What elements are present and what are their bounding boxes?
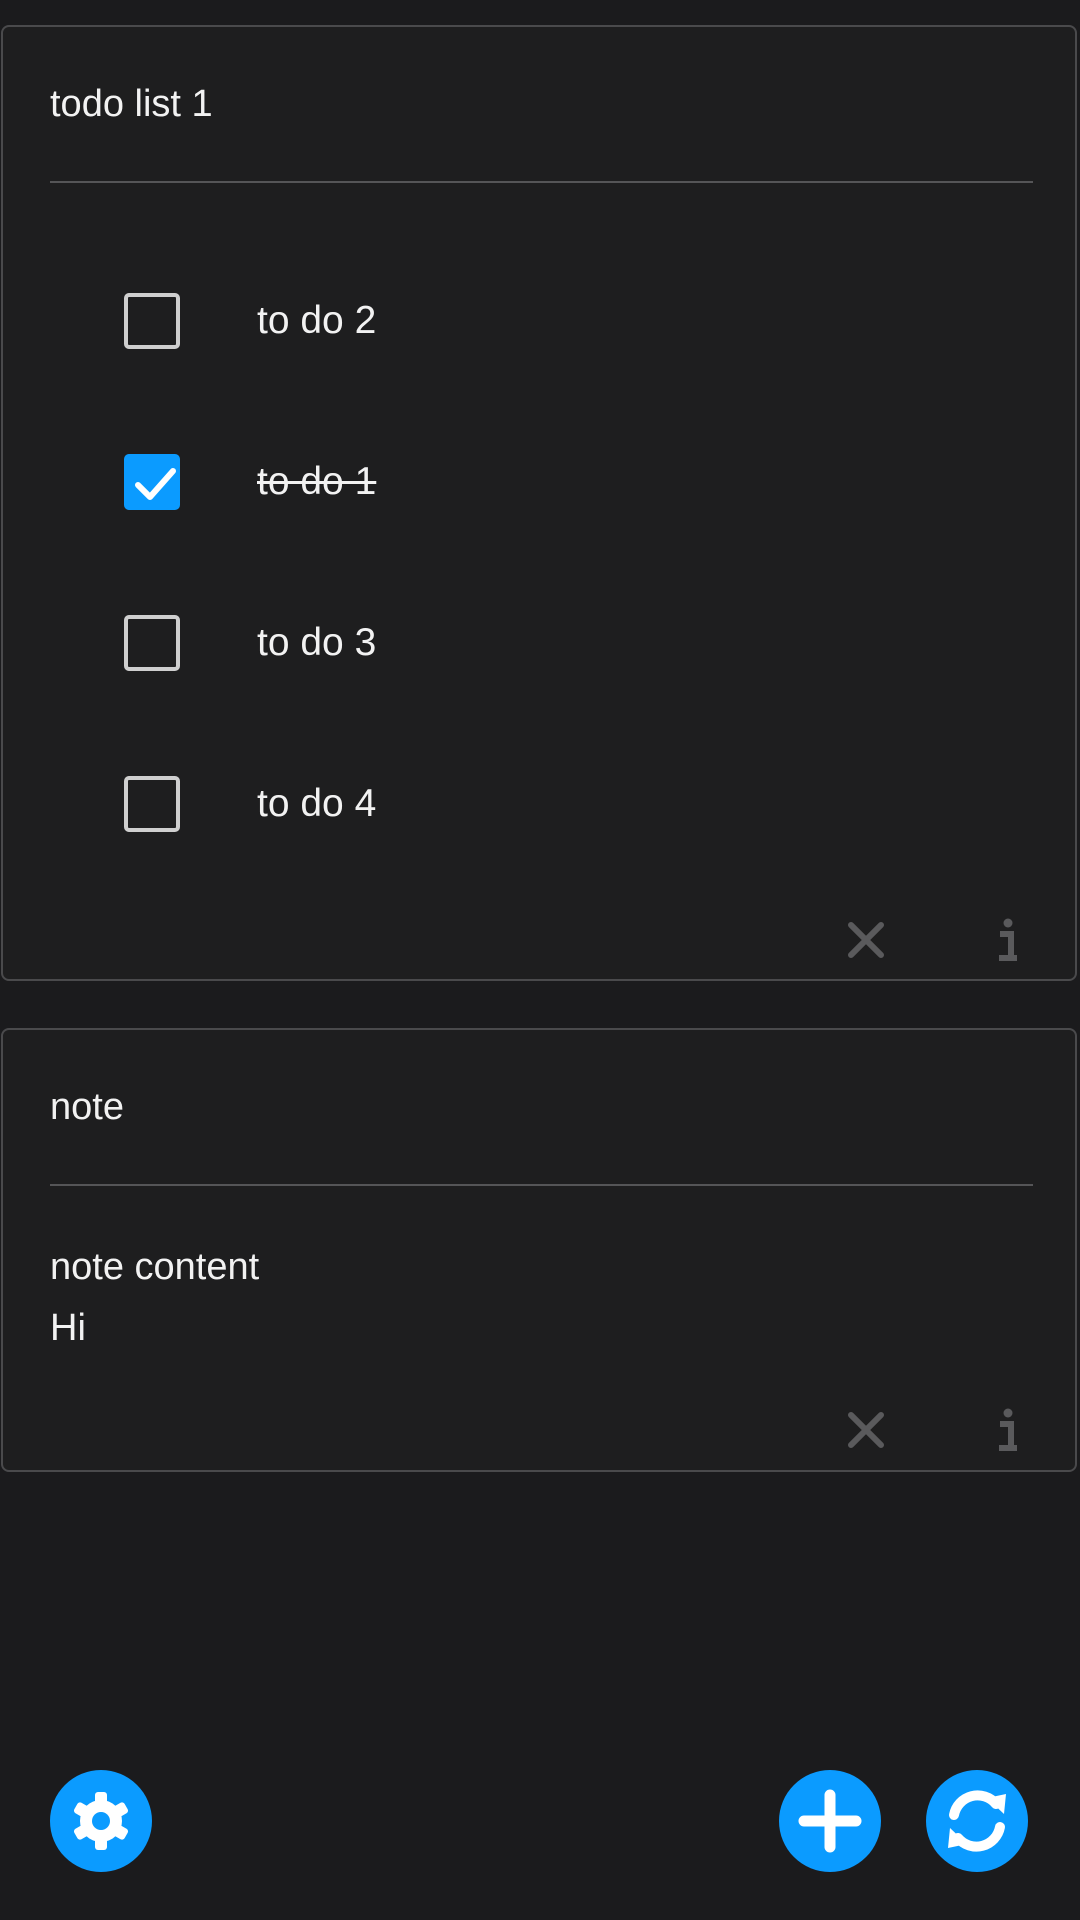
- todo-list-card: todo list 1 to do 2 to do 1 to do 3 to d…: [1, 25, 1077, 981]
- delete-card-button[interactable]: [841, 915, 891, 965]
- info-icon: [999, 1408, 1017, 1451]
- checkmark-icon: [135, 468, 176, 500]
- plus-icon: [798, 1789, 862, 1853]
- sync-icon: [948, 1790, 1006, 1852]
- card-info-button[interactable]: [983, 915, 1033, 965]
- title-divider: [50, 181, 1033, 183]
- note-content[interactable]: note content Hi: [50, 1237, 259, 1359]
- todo-item[interactable]: to do 3: [3, 603, 1075, 683]
- note-card: note note content Hi: [1, 1028, 1077, 1472]
- todo-label[interactable]: to do 2: [257, 299, 376, 343]
- add-note-button[interactable]: [779, 1770, 881, 1872]
- todo-item[interactable]: to do 4: [3, 764, 1075, 844]
- settings-button[interactable]: [50, 1770, 152, 1872]
- todo-label[interactable]: to do 4: [257, 782, 376, 826]
- close-icon: [848, 922, 884, 958]
- title-divider: [50, 1184, 1033, 1186]
- todo-checkbox[interactable]: [124, 615, 180, 671]
- todo-checkbox-checked[interactable]: [124, 454, 180, 510]
- close-icon: [848, 1412, 884, 1448]
- note-title[interactable]: note: [50, 1085, 124, 1129]
- gear-icon: [73, 1792, 129, 1850]
- delete-card-button[interactable]: [841, 1405, 891, 1455]
- sync-button[interactable]: [926, 1770, 1028, 1872]
- todo-checkbox[interactable]: [124, 293, 180, 349]
- todo-list-title[interactable]: todo list 1: [50, 82, 213, 126]
- todo-label[interactable]: to do 1: [257, 460, 376, 504]
- info-icon: [999, 918, 1017, 961]
- todo-item[interactable]: to do 2: [3, 281, 1075, 361]
- todo-item[interactable]: to do 1: [3, 442, 1075, 522]
- card-info-button[interactable]: [983, 1405, 1033, 1455]
- todo-checkbox[interactable]: [124, 776, 180, 832]
- todo-label[interactable]: to do 3: [257, 621, 376, 665]
